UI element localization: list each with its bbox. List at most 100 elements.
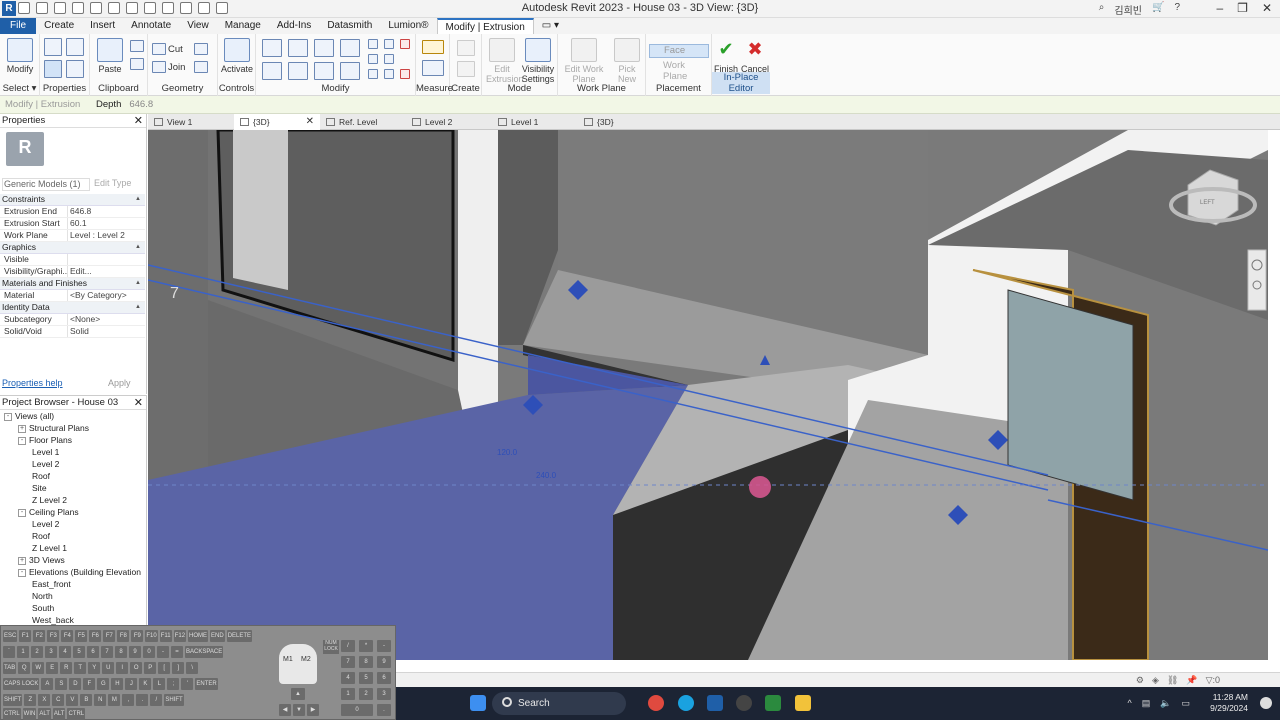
split-icon[interactable]	[368, 39, 378, 49]
remove-icon[interactable]	[400, 69, 410, 79]
tab-modify-extrusion[interactable]: Modify | Extrusion	[436, 18, 534, 34]
view-tab[interactable]: Level 1	[492, 114, 578, 130]
activate-button[interactable]: Activate	[221, 36, 253, 80]
file-explorer-icon[interactable]	[795, 695, 811, 711]
property-section-header[interactable]: Constraints	[0, 194, 145, 206]
align-icon[interactable]	[262, 39, 282, 57]
obs-icon[interactable]	[736, 695, 752, 711]
rotate-icon[interactable]	[314, 62, 334, 80]
properties-help-link[interactable]: Properties help	[2, 378, 63, 388]
work-plane-button[interactable]: Work Plane	[649, 60, 709, 82]
close-icon[interactable]: ✕	[1262, 1, 1272, 15]
create-assembly-icon[interactable]	[457, 40, 475, 56]
edit-work-plane-button[interactable]: Edit Work Plane	[564, 36, 604, 84]
property-value[interactable]: Edit...	[68, 266, 92, 277]
expand-icon[interactable]: +	[18, 424, 26, 433]
browser-tree-item[interactable]: South	[0, 602, 140, 614]
battery-icon[interactable]: ▭	[1181, 698, 1190, 709]
edit-extrusion-button[interactable]: Edit Extrusion	[486, 36, 524, 84]
view-tab[interactable]: {3D}	[578, 114, 664, 130]
scale-icon[interactable]	[384, 54, 394, 64]
tab-add-ins[interactable]: Add-Ins	[269, 18, 319, 34]
collapse-icon[interactable]: -	[18, 568, 26, 577]
view-tab[interactable]: Level 2	[406, 114, 492, 130]
user-name[interactable]: 김희빈	[1114, 2, 1142, 17]
3d-viewport[interactable]: 120.0 240.0 7 LEFT	[148, 130, 1268, 660]
tab-insert[interactable]: Insert	[82, 18, 123, 34]
revit-taskbar-icon[interactable]	[707, 695, 723, 711]
tab-create[interactable]: Create	[36, 18, 82, 34]
apply-button[interactable]: Apply	[108, 378, 131, 388]
browser-tree-item[interactable]: Roof	[0, 530, 140, 542]
close-icon[interactable]: ✕	[134, 114, 143, 128]
browser-tree-item[interactable]: - Elevations (Building Elevation	[0, 566, 141, 578]
view-tab[interactable]: Ref. Level	[320, 114, 406, 130]
delete-icon[interactable]	[400, 39, 410, 49]
copy-icon[interactable]	[130, 40, 144, 52]
browser-tree-item[interactable]: - Floor Plans	[0, 434, 140, 446]
browser-tree-item[interactable]: + Structural Plans	[0, 422, 140, 434]
property-value[interactable]: Level : Level 2	[68, 230, 125, 241]
tab-manage[interactable]: Manage	[217, 18, 269, 34]
viewport-drawing[interactable]: 120.0 240.0 7 LEFT	[148, 130, 1268, 660]
windows-start-icon[interactable]	[470, 695, 486, 711]
maximize-icon[interactable]: ❐	[1237, 1, 1248, 15]
view-tab[interactable]: {3D} ✕	[234, 114, 320, 130]
browser-tree-item[interactable]: Z Level 1	[0, 542, 140, 554]
collapse-icon[interactable]: -	[18, 436, 26, 445]
select-links-icon[interactable]: ⛓	[1167, 675, 1178, 686]
tab-overflow-icon[interactable]: ▭ ▾	[534, 18, 567, 34]
tab-file[interactable]: File	[0, 18, 37, 34]
offset-icon[interactable]	[288, 39, 308, 57]
notification-icon[interactable]	[1260, 697, 1272, 709]
browser-tree-item[interactable]: Roof	[0, 470, 140, 482]
edge-icon[interactable]	[678, 695, 694, 711]
family-types-icon[interactable]	[66, 38, 84, 56]
worksets-icon[interactable]: ⚙	[1136, 675, 1144, 686]
property-value[interactable]: Solid	[68, 326, 89, 337]
browser-tree-item[interactable]: Z Level 2	[0, 494, 140, 506]
design-options-icon[interactable]: ◈	[1152, 675, 1159, 686]
paste-button[interactable]: Paste	[94, 36, 126, 80]
split-face-icon[interactable]	[194, 61, 208, 73]
browser-tree-item[interactable]: +3D Views	[0, 554, 140, 566]
browser-tree-item[interactable]: - Ceiling Plans	[0, 506, 140, 518]
browser-tree-item[interactable]: East_front	[0, 578, 140, 590]
type-selector[interactable]: Generic Models (1)	[2, 178, 90, 191]
browser-tree-item[interactable]: Level 2	[0, 518, 140, 530]
pin-icon[interactable]	[384, 39, 394, 49]
modify-button[interactable]: Modify	[4, 36, 36, 80]
select-dropdown[interactable]: Select ▾	[0, 83, 39, 94]
mirror-axis-icon[interactable]	[314, 39, 334, 57]
properties-icon[interactable]	[44, 60, 62, 78]
property-value[interactable]: 646.8	[68, 206, 91, 217]
tab-lumion[interactable]: Lumion®	[380, 18, 436, 34]
unpin-icon[interactable]	[368, 69, 378, 79]
minimize-icon[interactable]: –	[1216, 1, 1223, 15]
temporary-dimension-2[interactable]: 240.0	[536, 471, 557, 480]
cart-icon[interactable]: 🛒	[1152, 2, 1164, 17]
cut-button[interactable]: Cut	[168, 44, 183, 55]
expand-icon[interactable]: +	[18, 556, 26, 565]
property-value[interactable]: <None>	[68, 314, 100, 325]
tab-datasmith[interactable]: Datasmith	[319, 18, 380, 34]
trim-extend-icon[interactable]	[384, 69, 394, 79]
property-section-header[interactable]: Identity Data	[0, 302, 145, 314]
browser-tree-item[interactable]: Site	[0, 482, 140, 494]
browser-tree-item[interactable]: Level 1	[0, 446, 140, 458]
clock[interactable]: 11:28 AM 9/29/2024	[1210, 692, 1248, 714]
measure-icon-btn[interactable]	[422, 40, 444, 54]
collapse-icon[interactable]: -	[18, 508, 26, 517]
help-icon[interactable]: ?	[1174, 2, 1180, 17]
move-icon[interactable]	[262, 62, 282, 80]
copy-element-icon[interactable]	[288, 62, 308, 80]
browser-tree-item[interactable]: North	[0, 590, 140, 602]
depth-input[interactable]: 646.8	[129, 99, 153, 110]
edit-type-button[interactable]: Edit Type	[94, 178, 131, 188]
browser-tree-item[interactable]: - Views (all)	[0, 410, 140, 422]
family-category-icon[interactable]	[66, 60, 84, 78]
filter-icon[interactable]: ▽:0	[1206, 675, 1220, 686]
join-button[interactable]: Join	[168, 62, 185, 73]
temporary-dimension-1[interactable]: 120.0	[497, 448, 518, 457]
browser-tree-item[interactable]: Level 2	[0, 458, 140, 470]
